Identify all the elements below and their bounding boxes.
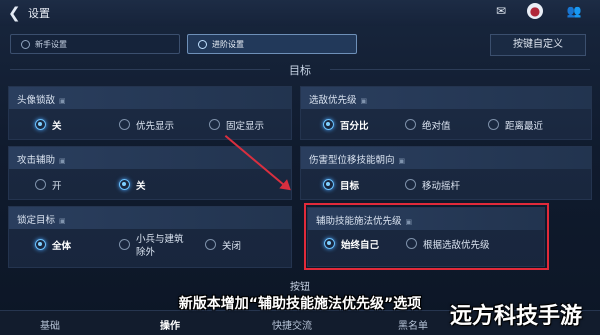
card-header: 头像锁敌 ▣ [9,87,291,109]
section-title-target: 目标 [289,64,311,77]
card-title: 伤害型位移技能朝向 ▣ [309,155,406,166]
tab-label: 新手设置 [35,40,67,49]
radio-icon [205,239,216,250]
info-icon[interactable]: ▣ [59,157,66,165]
tab-label: 进阶设置 [212,40,244,49]
radio-icon [119,179,130,190]
keybind-customize-button[interactable]: 按键自定义 [490,34,586,56]
radio-icon [35,239,46,250]
tab-beginner-settings[interactable]: 新手设置 [10,34,180,54]
mail-icon[interactable]: ✉ [493,3,509,19]
card-header: 伤害型位移技能朝向 ▣ [301,147,591,169]
radio-icon [209,119,220,130]
bottom-tab-basic[interactable]: 基础 [40,317,60,332]
card-header: 锁定目标 ▣ [9,207,291,229]
radio-icon [323,179,334,190]
card-title: 选敌优先级 ▣ [309,95,368,106]
page-title: 设置 [28,7,50,20]
radio-icon [21,40,30,49]
card-header: 选敌优先级 ▣ [301,87,591,109]
section-title-buttons: 按钮 [290,282,310,293]
card-title: 头像锁敌 ▣ [17,95,66,106]
radio-icon [405,179,416,190]
card-title: 攻击辅助 ▣ [17,155,66,166]
settings-screen: ❮ 设置 ✉ ● 👥 新手设置 进阶设置 按键自定义 目标 头像锁敌 ▣ 关 优先… [0,0,600,335]
radio-icon [488,119,499,130]
divider [330,69,590,70]
card-avatar-lock: 头像锁敌 ▣ 关 优先显示 固定显示 [8,86,292,140]
watermark: 远方科技手游 [450,304,583,329]
bottom-tab-quick-chat[interactable]: 快捷交流 [272,317,312,332]
divider [10,69,270,70]
highlight-box [304,203,549,270]
info-icon[interactable]: ▣ [59,217,66,225]
radio-icon [323,119,334,130]
friends-icon[interactable]: 👥 [566,3,582,19]
info-icon[interactable]: ▣ [59,97,66,105]
bottom-tab-blacklist[interactable]: 黑名单 [398,317,428,332]
radio-icon [198,40,207,49]
avatar-icon[interactable]: ● [527,3,543,19]
card-title: 锁定目标 ▣ [17,215,66,226]
tab-advanced-settings[interactable]: 进阶设置 [187,34,357,54]
top-bar: ❮ 设置 ✉ ● 👥 [0,0,600,26]
radio-icon [119,119,130,130]
card-lock-target: 锁定目标 ▣ 全体 小兵与建筑 除外 关闭 [8,206,292,268]
card-damage-skill-direction: 伤害型位移技能朝向 ▣ 目标 移动摇杆 [300,146,592,200]
info-icon[interactable]: ▣ [399,157,406,165]
bottom-tab-operation[interactable]: 操作 [160,317,180,332]
info-icon[interactable]: ▣ [361,97,368,105]
card-select-priority: 选敌优先级 ▣ 百分比 绝对值 距离最近 [300,86,592,140]
radio-icon [119,239,130,250]
card-header: 攻击辅助 ▣ [9,147,291,169]
radio-icon [35,179,46,190]
radio-icon [405,119,416,130]
radio-icon [35,119,46,130]
back-arrow-icon[interactable]: ❮ [8,4,21,22]
